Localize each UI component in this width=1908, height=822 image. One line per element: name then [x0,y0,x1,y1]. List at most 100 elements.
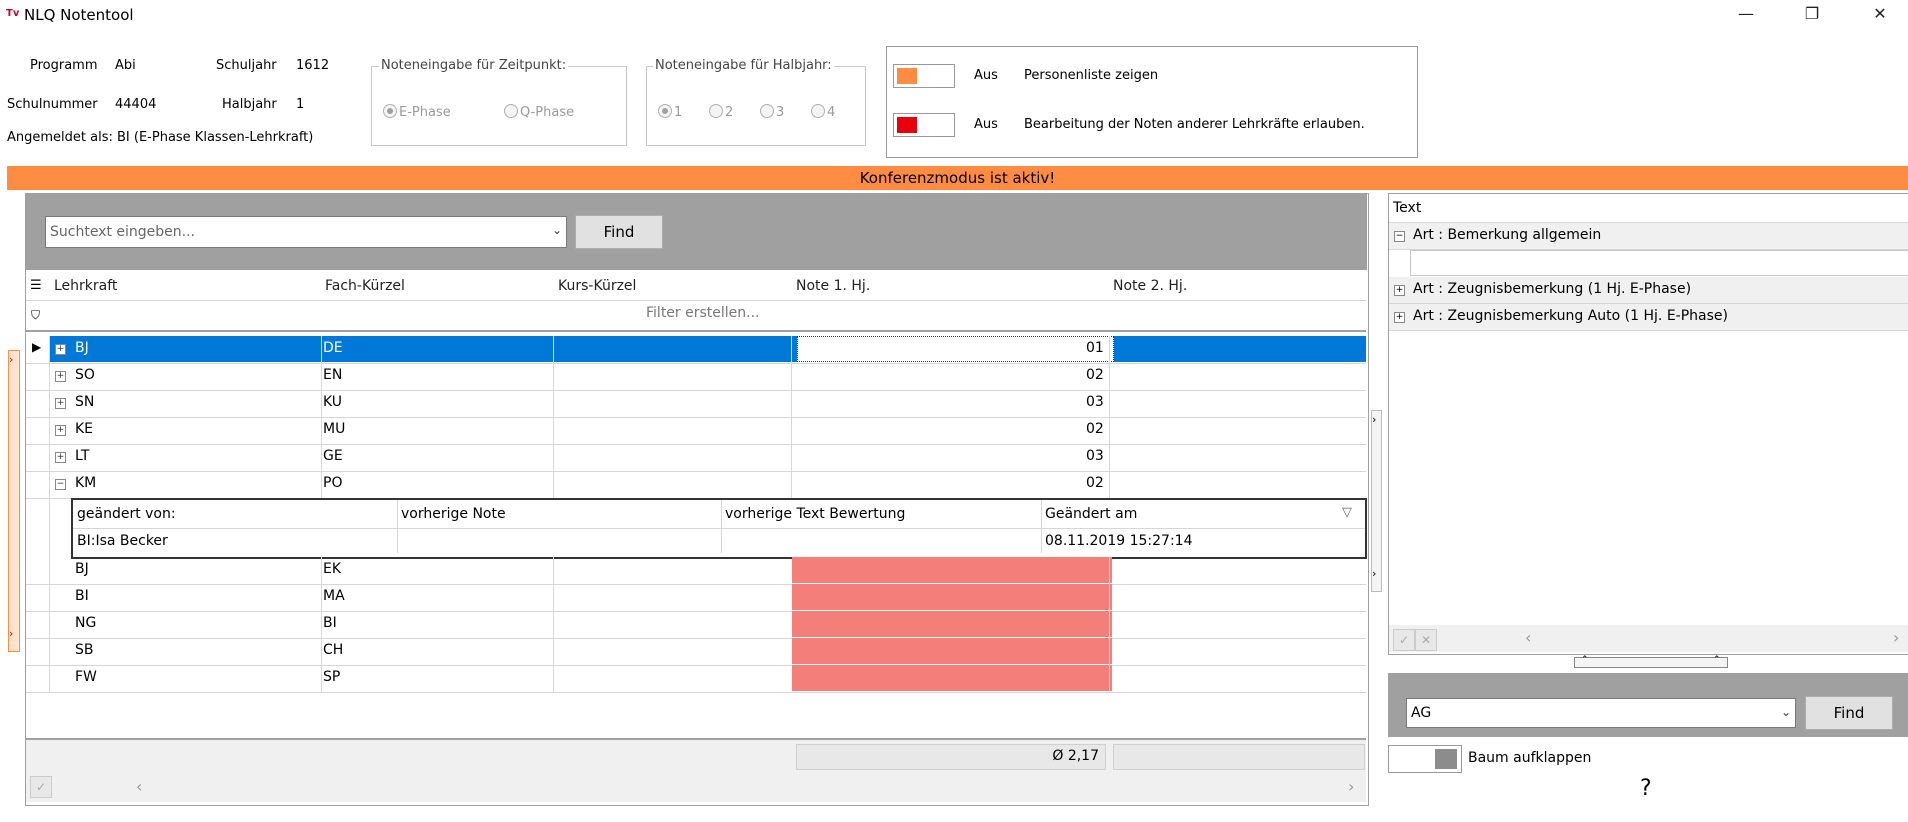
expand-row-icon[interactable]: + [55,452,66,463]
filter-icon[interactable]: ⛉ [31,308,40,323]
cell-fach: KU [323,394,343,410]
scroll-right-icon[interactable]: › [1348,777,1354,796]
right-find-button[interactable]: Find [1805,696,1893,730]
text-panel-scrollbar[interactable]: ✓ ✕ ‹ › [1389,625,1908,652]
table-row[interactable]: ▶ + BJ DE 01 [26,336,1366,364]
radio-halbjahr-3[interactable]: 3 [760,104,784,120]
radio-e-phase[interactable]: E-Phase [383,104,451,120]
divider [1041,500,1042,553]
horizontal-scrollbar[interactable]: ✓ ‹ › [26,772,1366,802]
scroll-left-icon[interactable]: ‹ [136,777,142,796]
missing-grade-cell[interactable] [792,638,1112,664]
table-row[interactable]: SB CH [26,638,1366,666]
cell-note1[interactable]: 03 [1086,448,1104,464]
table-row[interactable]: − KM PO 02 [26,471,1366,499]
divider [553,557,554,692]
divider [321,557,322,692]
konferenzmodus-banner: Konferenzmodus ist aktiv! [7,166,1908,190]
toggles-panel [886,46,1418,158]
expand-row-icon[interactable]: + [55,398,66,409]
expand-arrow-icon: › [9,627,14,640]
table-row[interactable]: BJ EK [26,557,1366,585]
missing-grade-cell[interactable] [792,584,1112,610]
radio-dot [811,104,825,118]
radio-halbjahr-2[interactable]: 2 [709,104,733,120]
cell-fach: SP [323,669,341,685]
help-icon[interactable]: ? [1640,776,1652,801]
detail-subgrid: geändert von: vorherige Note vorherige T… [71,498,1367,559]
table-row[interactable]: + LT GE 03 [26,444,1366,472]
missing-grade-cell[interactable] [792,557,1112,583]
detail-header-previous-grade: vorherige Note [401,506,506,522]
toggle-knob [897,68,917,84]
table-row[interactable]: + SN KU 03 [26,390,1366,418]
row-selection-highlight [1112,336,1366,362]
divider [553,336,554,498]
horizontal-splitter[interactable]: ⌃ ⌃ [1574,655,1728,668]
missing-grade-cell[interactable] [792,611,1112,637]
search-input[interactable]: Suchtext eingeben... ⌄ [45,216,567,248]
cell-note1[interactable]: 02 [1086,367,1104,383]
radio-dot [709,104,723,118]
panel-splitter[interactable]: › › [1371,410,1382,592]
tree-item-zeugnisbemerkung[interactable]: + Art : Zeugnisbemerkung (1 Hj. E-Phase) [1389,277,1908,304]
check-icon[interactable]: ✓ [1393,629,1415,651]
table-row[interactable]: NG BI [26,611,1366,639]
close-button[interactable]: ✕ [1852,0,1908,30]
title-bar: Tv NLQ Notentool — ❐ ✕ [0,0,1908,30]
cell-note1[interactable]: 02 [1086,421,1104,437]
cancel-icon[interactable]: ✕ [1415,629,1437,651]
expand-row-icon[interactable]: + [55,371,66,382]
col-header-note2[interactable]: Note 2. Hj. [1113,278,1187,296]
restore-button[interactable]: ❐ [1784,0,1840,30]
expand-icon[interactable]: + [1394,285,1405,296]
radio-halbjahr-4[interactable]: 4 [811,104,835,120]
tree-expand-toggle[interactable] [1388,745,1462,773]
check-icon[interactable]: ✓ [30,776,52,798]
tree-item-bemerkung[interactable]: − Art : Bemerkung allgemein [1389,223,1908,250]
focused-cell[interactable] [797,336,1114,362]
col-header-fach[interactable]: Fach-Kürzel [325,278,405,296]
personenliste-state: Aus [974,68,998,83]
bearbeitung-toggle[interactable] [893,113,955,137]
filter-icon[interactable]: ▽ [1342,505,1352,520]
table-row[interactable]: + KE MU 02 [26,417,1366,445]
cell-lehrkraft: FW [75,669,97,685]
personenliste-toggle[interactable] [893,64,955,88]
collapse-row-icon[interactable]: − [55,479,66,490]
filter-row[interactable]: Filter erstellen... [646,305,760,321]
zeitpunkt-group-title: Noteneingabe für Zeitpunkt: [379,58,569,73]
radio-q-phase[interactable]: Q-Phase [504,104,574,120]
missing-grade-cell[interactable] [792,665,1112,691]
app-icon: Tv [6,8,20,19]
chevron-down-icon: ⌄ [1780,705,1791,719]
expand-icon[interactable]: + [1394,312,1405,323]
cell-lehrkraft: KE [75,421,94,437]
minimize-button[interactable]: — [1718,0,1774,30]
col-header-lehrkraft[interactable]: Lehrkraft [54,278,117,296]
table-row[interactable]: FW SP [26,665,1366,693]
programm-label: Programm [30,58,98,73]
col-header-kurs[interactable]: Kurs-Kürzel [558,278,636,296]
bemerkung-text-field[interactable] [1410,250,1908,276]
radio-halbjahr-1[interactable]: 1 [658,104,682,120]
divider [397,500,398,553]
expand-row-icon[interactable]: + [55,344,66,355]
category-select[interactable]: AG ⌄ [1406,698,1796,728]
collapse-icon[interactable]: − [1394,231,1405,242]
divider [1109,336,1110,498]
divider [26,330,1366,332]
column-chooser-icon[interactable]: ☰ [30,278,42,293]
tree-item-zeugnisbemerkung-auto[interactable]: + Art : Zeugnisbemerkung Auto (1 Hj. E-P… [1389,304,1908,331]
cell-note1[interactable]: 02 [1086,475,1104,491]
cell-note1[interactable]: 03 [1086,394,1104,410]
scroll-left-icon[interactable]: ‹ [1525,628,1531,647]
search-find-button[interactable]: Find [575,215,663,249]
cell-note1[interactable]: 01 [1086,340,1104,356]
col-header-note1[interactable]: Note 1. Hj. [796,278,870,296]
table-row[interactable]: BI MA [26,584,1366,612]
table-row[interactable]: + SO EN 02 [26,363,1366,391]
expand-row-icon[interactable]: + [55,425,66,436]
scroll-right-icon[interactable]: › [1893,628,1899,647]
side-collapse-strip[interactable]: › › [8,350,20,652]
